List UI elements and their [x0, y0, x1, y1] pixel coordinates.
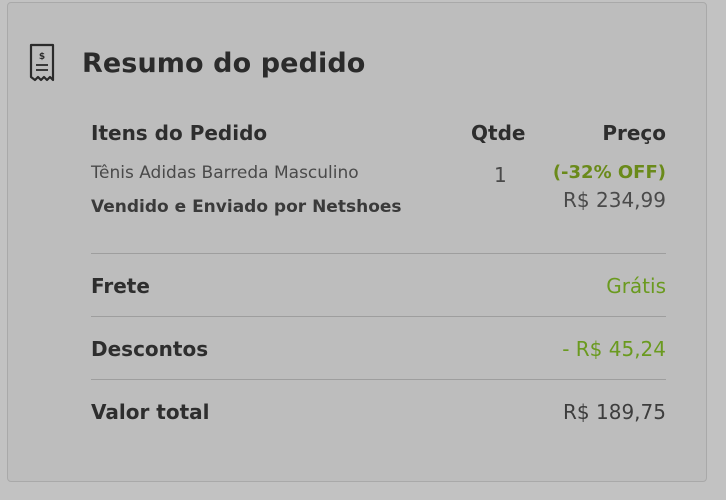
discounts-value: - R$ 45,24: [562, 337, 666, 361]
item-seller: Vendido e Enviado por Netshoes: [91, 197, 402, 217]
column-header-price: Preço: [602, 121, 666, 145]
discounts-label: Descontos: [91, 337, 209, 361]
divider: [91, 379, 666, 380]
receipt-icon: $: [28, 43, 56, 83]
order-summary-card: $ Resumo do pedido Itens do Pedido Qtde …: [7, 2, 707, 482]
column-header-items: Itens do Pedido: [91, 121, 268, 145]
total-label: Valor total: [91, 400, 210, 424]
item-name: Tênis Adidas Barreda Masculino: [91, 163, 359, 183]
divider: [91, 316, 666, 317]
item-discount-badge: (-32% OFF): [552, 162, 666, 183]
total-value: R$ 189,75: [563, 400, 666, 424]
item-price: R$ 234,99: [563, 188, 666, 212]
order-summary-header: $ Resumo do pedido: [28, 43, 365, 83]
shipping-label: Frete: [91, 274, 150, 298]
divider: [91, 253, 666, 254]
shipping-value: Grátis: [606, 274, 666, 298]
column-header-qty: Qtde: [471, 121, 526, 145]
item-quantity: 1: [494, 163, 507, 187]
page-title: Resumo do pedido: [82, 47, 366, 79]
svg-text:$: $: [39, 52, 45, 62]
